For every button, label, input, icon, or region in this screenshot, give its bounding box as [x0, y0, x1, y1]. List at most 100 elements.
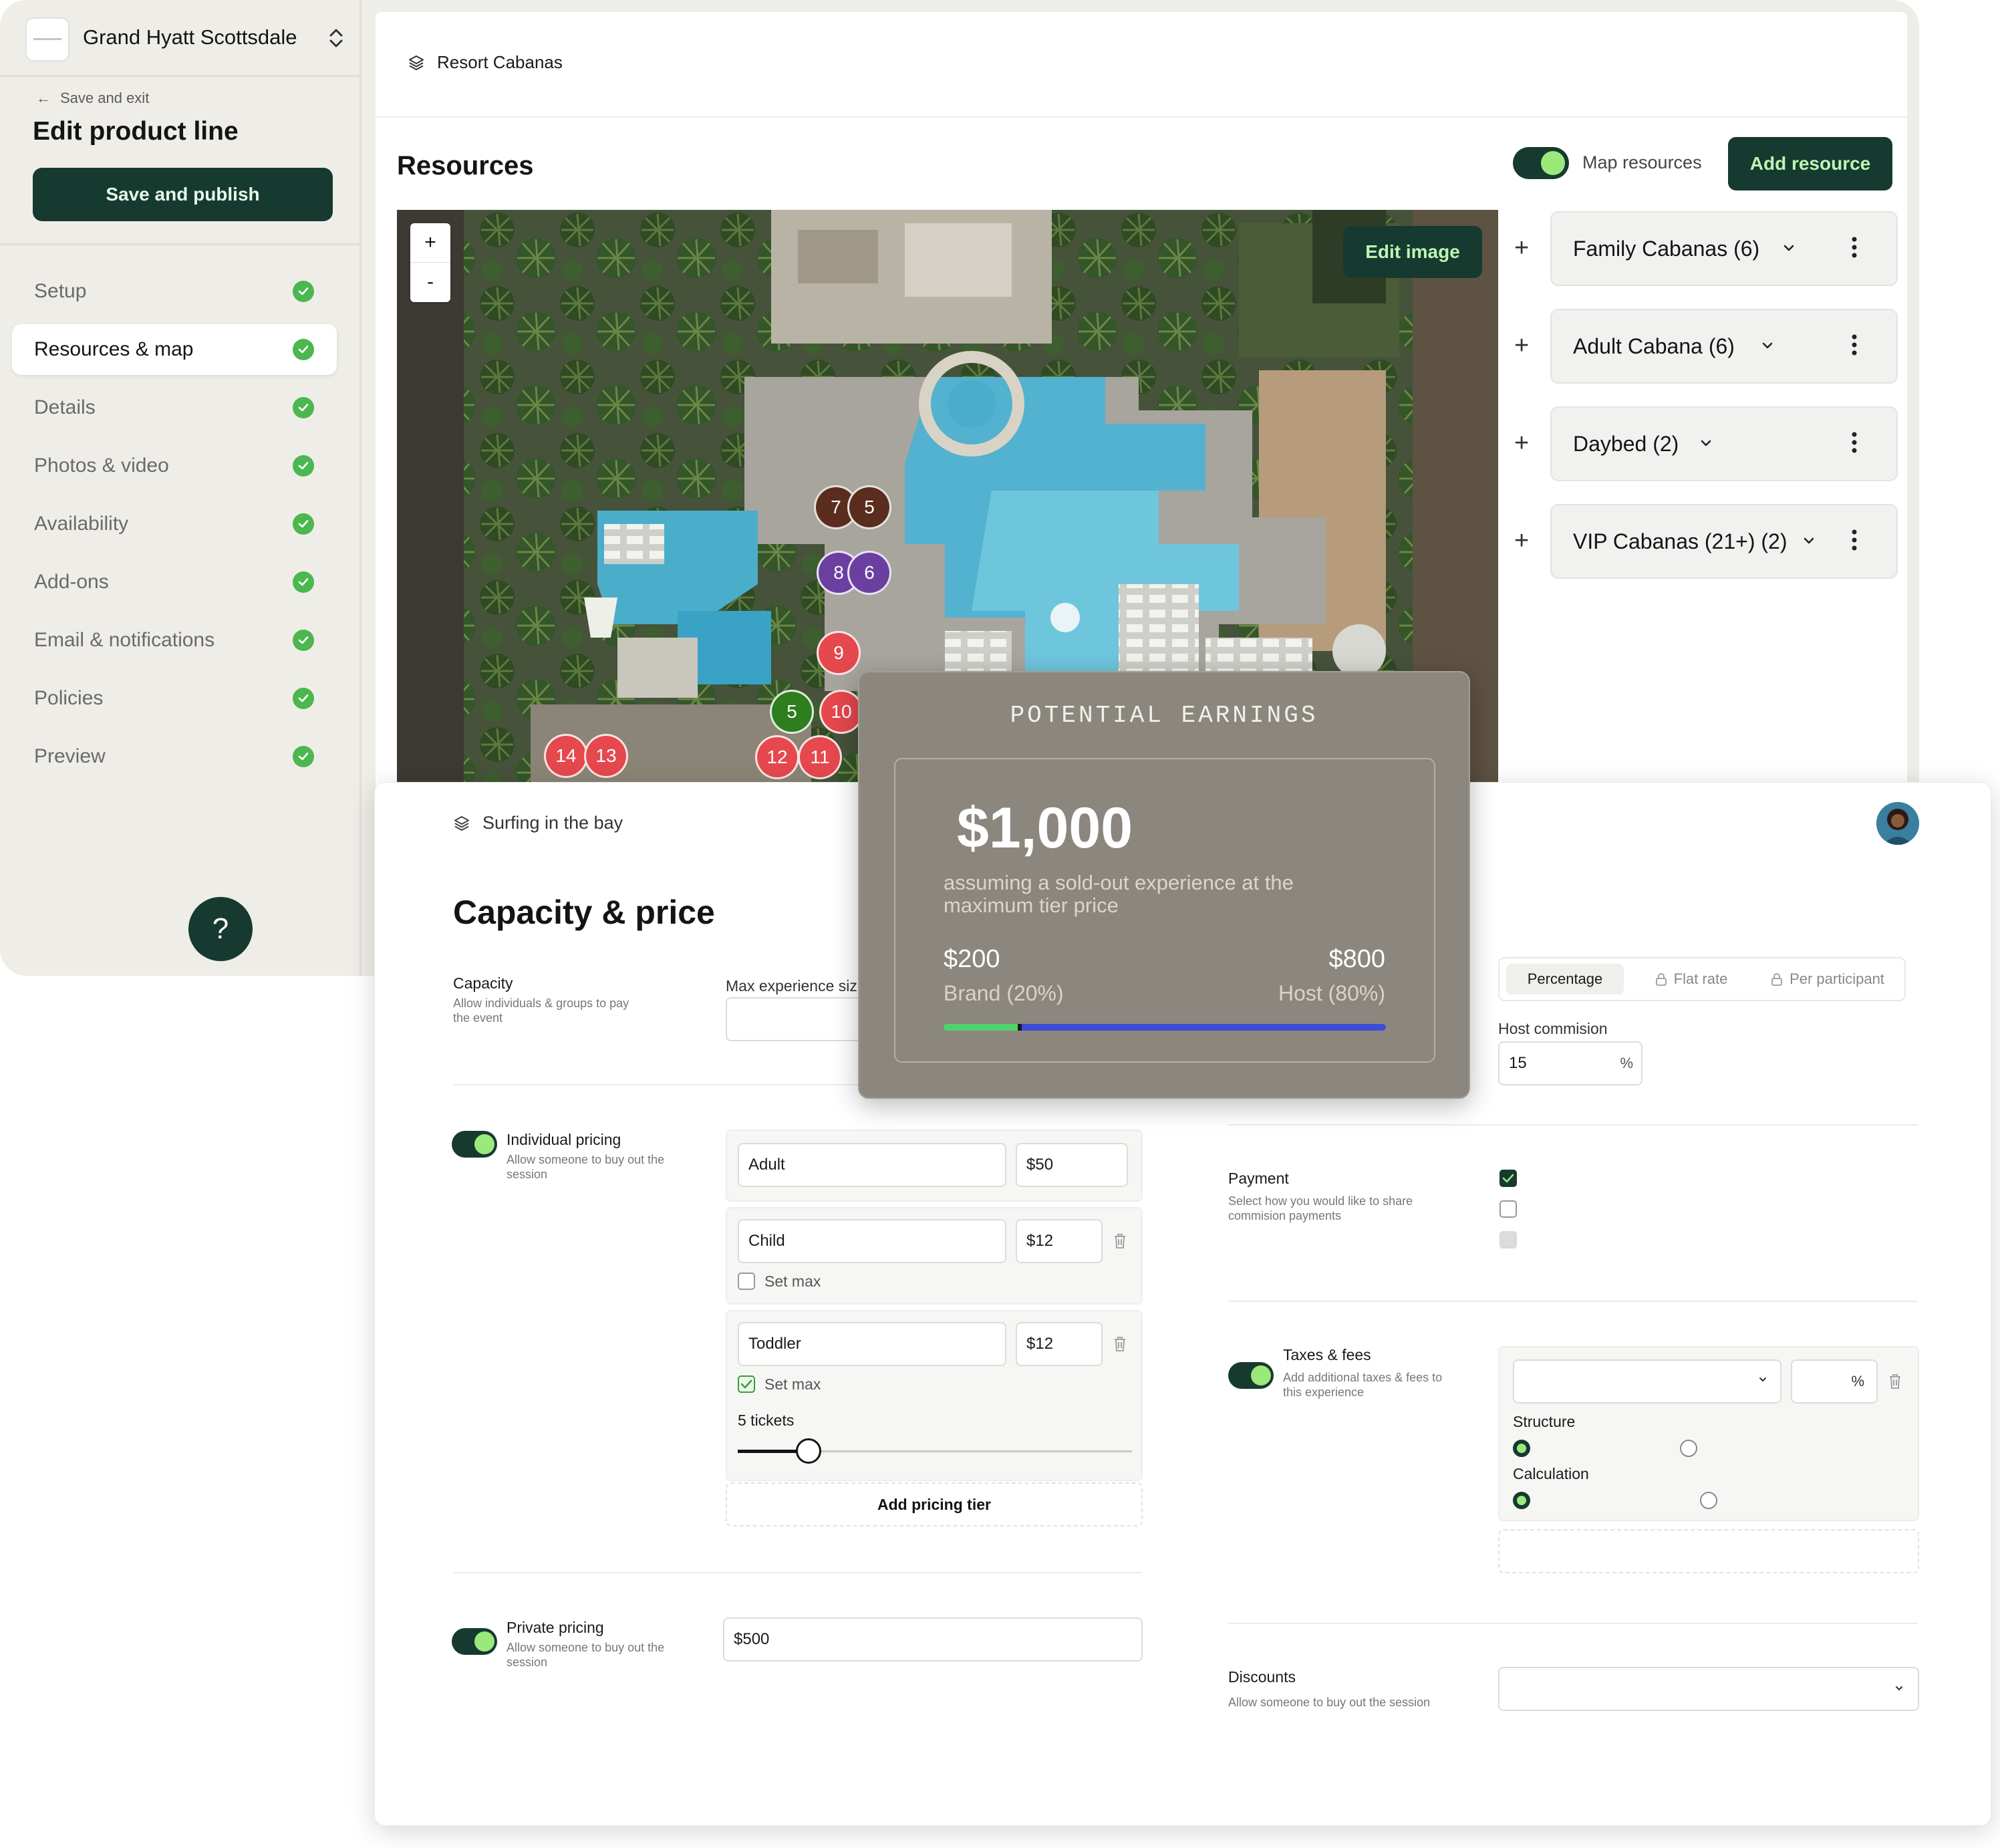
map-pin[interactable]: 5 — [847, 485, 891, 529]
nav-item-setup[interactable]: Setup — [12, 266, 337, 317]
toggle-knob — [474, 1631, 494, 1652]
save-exit-link[interactable]: ← Save and exit — [36, 90, 149, 107]
avatar[interactable] — [1876, 802, 1919, 845]
toggle-knob — [1251, 1365, 1271, 1385]
earnings-total: $1,000 — [957, 796, 1133, 860]
private-pricing-toggle[interactable] — [452, 1628, 497, 1655]
structure-radio[interactable] — [1513, 1440, 1530, 1457]
payment-option-checkbox[interactable] — [1499, 1200, 1517, 1218]
drag-handle-icon[interactable]: + — [1514, 332, 1529, 360]
nav-item-photos-video[interactable]: Photos & video — [12, 440, 337, 491]
more-vertical-icon[interactable] — [1851, 527, 1858, 553]
tier-name-input[interactable]: Child — [738, 1219, 1006, 1263]
nav-item-availability[interactable]: Availability — [12, 499, 337, 549]
help-button[interactable]: ? — [188, 897, 253, 961]
map-pin[interactable]: 14 — [544, 734, 588, 778]
resource-group-card[interactable]: Adult Cabana (6) — [1550, 309, 1898, 384]
resource-group-name: VIP Cabanas (21+) (2) — [1573, 529, 1788, 553]
nav-item-policies[interactable]: Policies — [12, 673, 337, 724]
nav-item-email-notifications[interactable]: Email & notifications — [12, 615, 337, 666]
zoom-in-button[interactable]: + — [410, 223, 450, 262]
resource-group-card[interactable]: Daybed (2) — [1550, 406, 1898, 481]
tab-flat-rate-label: Flat rate — [1673, 970, 1728, 987]
chevron-down-icon[interactable] — [1781, 241, 1796, 255]
tax-type-select[interactable] — [1513, 1359, 1781, 1404]
taxes-fees-toggle[interactable] — [1228, 1362, 1274, 1389]
more-vertical-icon[interactable] — [1851, 429, 1858, 456]
map-pin[interactable]: 6 — [847, 551, 891, 595]
tab-percentage[interactable]: Percentage — [1506, 964, 1624, 995]
host-label: Host (80%) — [1278, 981, 1385, 1005]
tier-name-input[interactable]: Adult — [738, 1143, 1006, 1187]
payment-option-checkbox[interactable] — [1499, 1170, 1517, 1187]
map-pin[interactable]: 11 — [798, 735, 842, 779]
tier-price-input[interactable]: $12 — [1016, 1322, 1103, 1366]
nav-item-details[interactable]: Details — [12, 382, 337, 433]
brand-label: Brand (20%) — [944, 981, 1064, 1005]
payment-label: Payment — [1228, 1170, 1289, 1187]
drag-handle-icon[interactable]: + — [1514, 429, 1529, 458]
section-divider — [453, 1572, 1141, 1573]
trash-icon[interactable] — [1113, 1232, 1127, 1250]
chevron-down-icon[interactable] — [1760, 338, 1775, 353]
breadcrumb: Surfing in the bay — [453, 813, 623, 833]
tab-flat-rate[interactable]: Flat rate — [1634, 964, 1748, 995]
trash-icon[interactable] — [1113, 1335, 1127, 1353]
earnings-subtitle: assuming a sold-out experience at the ma… — [944, 871, 1294, 917]
map-pin[interactable]: 10 — [819, 690, 863, 734]
structure-label: Structure — [1513, 1413, 1576, 1430]
set-max-checkbox[interactable] — [738, 1375, 755, 1393]
save-publish-button[interactable]: Save and publish — [33, 168, 333, 221]
drag-handle-icon[interactable]: + — [1514, 234, 1529, 263]
nav-item-resources-map[interactable]: Resources & map — [12, 324, 337, 375]
nav-item-add-ons[interactable]: Add-ons — [12, 557, 337, 608]
chevron-down-icon[interactable] — [1802, 533, 1816, 548]
tier-price-input[interactable]: $12 — [1016, 1219, 1103, 1263]
set-max-checkbox[interactable] — [738, 1273, 755, 1290]
section-divider — [1228, 1623, 1918, 1624]
drag-handle-icon[interactable]: + — [1514, 527, 1529, 555]
map-pin[interactable]: 13 — [584, 734, 628, 778]
map-pin[interactable]: 5 — [770, 690, 814, 734]
nav-item-label: Photos & video — [34, 454, 169, 477]
map-resources-toggle[interactable] — [1513, 147, 1569, 179]
calculation-radio[interactable] — [1700, 1492, 1717, 1509]
map-pin[interactable]: 9 — [817, 631, 861, 675]
tickets-slider-thumb[interactable] — [796, 1438, 822, 1464]
individual-pricing-toggle[interactable] — [452, 1131, 497, 1158]
discounts-select[interactable] — [1498, 1667, 1919, 1711]
map-pin[interactable]: 12 — [755, 735, 799, 779]
tab-per-participant-label: Per participant — [1790, 970, 1884, 987]
add-resource-button[interactable]: Add resource — [1728, 137, 1892, 190]
calculation-radio[interactable] — [1513, 1492, 1530, 1509]
earnings-title: POTENTIAL EARNINGS — [1010, 702, 1318, 729]
private-price-input[interactable]: $500 — [723, 1617, 1143, 1662]
more-vertical-icon[interactable] — [1851, 332, 1858, 358]
header-divider — [376, 116, 1907, 118]
more-vertical-icon[interactable] — [1851, 234, 1858, 261]
resource-group-row: + Adult Cabana (6) — [1514, 309, 1899, 384]
venue-switcher-icon[interactable] — [327, 27, 345, 49]
private-pricing-description: Allow someone to buy out the session — [507, 1641, 665, 1669]
add-tax-fee-button[interactable] — [1498, 1529, 1919, 1573]
venue-logo — [25, 17, 69, 61]
zoom-out-button[interactable]: - — [410, 262, 450, 301]
add-pricing-tier-button[interactable]: Add pricing tier — [726, 1482, 1143, 1527]
nav-item-label: Details — [34, 396, 96, 418]
host-commission-input[interactable]: 15 % — [1498, 1041, 1642, 1085]
discounts-description: Allow someone to buy out the session — [1228, 1696, 1431, 1709]
set-max-label: Set max — [764, 1273, 821, 1290]
structure-radio[interactable] — [1680, 1440, 1697, 1457]
trash-icon[interactable] — [1888, 1373, 1902, 1390]
nav-item-preview[interactable]: Preview — [12, 731, 337, 782]
tier-price-input[interactable]: $50 — [1016, 1143, 1128, 1187]
lock-icon — [1771, 972, 1783, 986]
tax-value-input[interactable]: % — [1791, 1359, 1878, 1404]
resource-group-card[interactable]: VIP Cabanas (21+) (2) — [1550, 504, 1898, 579]
tier-name-input[interactable]: Toddler — [738, 1322, 1006, 1366]
resource-group-card[interactable]: Family Cabanas (6) — [1550, 211, 1898, 286]
edit-image-button[interactable]: Edit image — [1343, 226, 1482, 278]
chevron-down-icon[interactable] — [1699, 436, 1713, 450]
tab-per-participant[interactable]: Per participant — [1753, 964, 1902, 995]
commission-type-tabs: Percentage Flat rate Per participant — [1498, 957, 1906, 1001]
